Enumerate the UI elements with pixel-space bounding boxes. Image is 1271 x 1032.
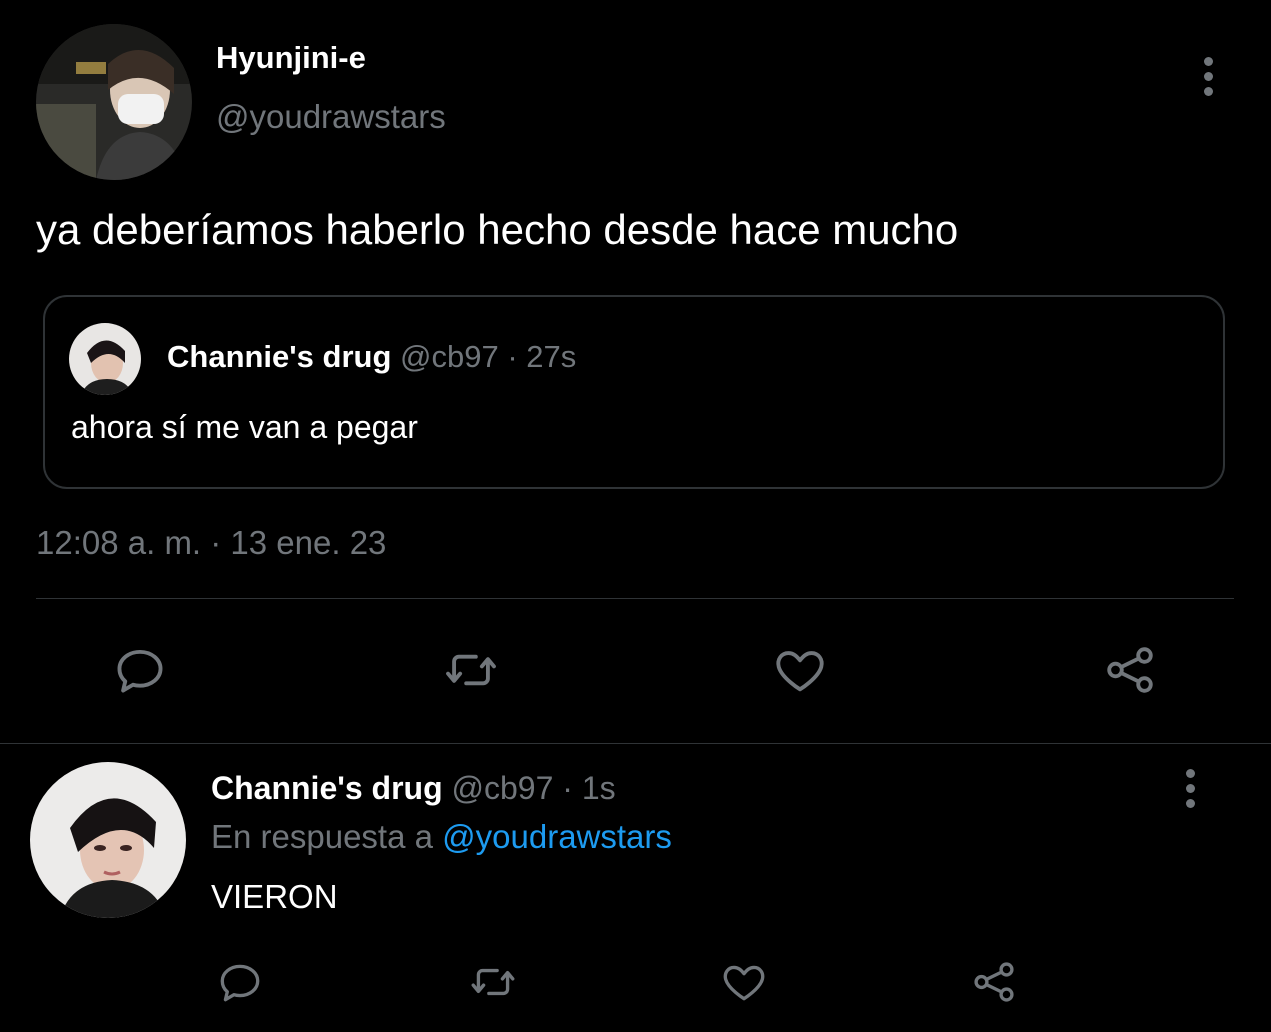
like-button[interactable]: [768, 638, 832, 702]
quoted-avatar[interactable]: [69, 323, 141, 395]
share-icon: [1107, 647, 1153, 693]
author-name[interactable]: Channie's drug: [211, 770, 443, 806]
reply-icon: [117, 649, 163, 693]
author-handle[interactable]: @youdrawstars: [216, 98, 446, 136]
reply-button[interactable]: [208, 950, 272, 1014]
like-icon: [723, 965, 765, 1001]
reply-button[interactable]: [108, 638, 172, 702]
quoted-text: ahora sí me van a pegar: [71, 409, 418, 445]
reply-icon: [220, 964, 260, 1002]
quoted-author-handle[interactable]: @cb97: [400, 339, 499, 374]
separator: ·: [507, 339, 518, 374]
reply-header: Channie's drug @cb97 · 1s: [211, 770, 616, 807]
reply-to-handle[interactable]: @youdrawstars: [442, 818, 672, 855]
author-handle[interactable]: @cb97: [452, 770, 554, 806]
quoted-time: 27s: [526, 339, 577, 374]
quoted-tweet[interactable]: Channie's drug @cb97 · 27s ahora sí me v…: [43, 295, 1225, 489]
tweet-text: ya deberíamos haberlo hecho desde hace m…: [36, 206, 959, 253]
divider: [0, 743, 1271, 744]
author-name[interactable]: Hyunjini-e: [216, 40, 366, 76]
like-icon: [776, 651, 824, 692]
tweet-text: VIERON: [211, 878, 338, 915]
retweet-button[interactable]: [461, 950, 525, 1014]
share-icon: [974, 962, 1014, 1002]
reply-prefix: En respuesta a: [211, 818, 433, 855]
reply-context: En respuesta a @youdrawstars: [211, 818, 672, 856]
avatar[interactable]: [36, 24, 192, 180]
share-button[interactable]: [1098, 638, 1162, 702]
retweet-icon: [446, 654, 496, 686]
retweet-button[interactable]: [439, 638, 503, 702]
retweet-icon: [471, 968, 515, 996]
quoted-header: Channie's drug @cb97 · 27s: [167, 339, 576, 375]
like-button[interactable]: [712, 950, 776, 1014]
separator: ·: [562, 770, 573, 806]
more-options-icon[interactable]: [1170, 768, 1210, 808]
tweet-time[interactable]: 1s: [582, 770, 616, 806]
quoted-author-name[interactable]: Channie's drug: [167, 339, 391, 374]
more-options-icon[interactable]: [1188, 56, 1228, 96]
tweet-timestamp[interactable]: 12:08 a. m. · 13 ene. 23: [36, 524, 386, 562]
share-button[interactable]: [962, 950, 1026, 1014]
divider: [36, 598, 1234, 599]
avatar[interactable]: [30, 762, 186, 918]
